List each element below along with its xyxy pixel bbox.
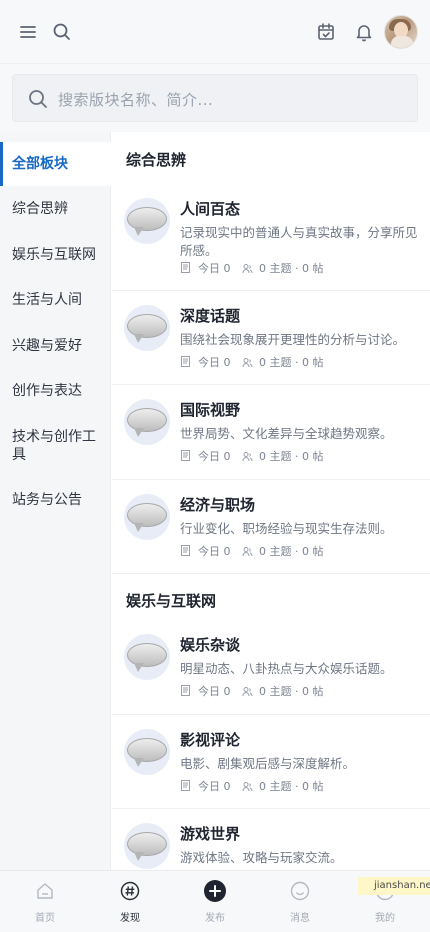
nav-label: 我的 [375,913,395,924]
nav-discover[interactable]: 发现 [87,871,173,932]
sidebar-item-entertainment[interactable]: 娱乐与互联网 [0,246,111,264]
board-description: 记录现实中的普通人与真实故事，分享所见所感。 [180,225,418,258]
today-count: 今日 0 [198,545,231,558]
document-icon [181,685,190,696]
document-icon [181,356,190,367]
search-icon[interactable] [50,20,74,44]
topic-post-count: 0 主题 · 0 帖 [259,545,324,558]
users-icon [242,358,253,368]
sidebar-item-creation[interactable]: 创作与表达 [0,382,111,400]
nav-label: 发布 [205,913,225,924]
board-name: 经济与职场 [180,496,256,514]
avatar[interactable] [384,15,418,49]
menu-icon[interactable] [16,20,40,44]
plus-circle-icon [204,880,226,902]
today-count: 今日 0 [198,262,231,275]
board-chat-bubble-icon [124,729,170,775]
section-title: 综合思辨 [126,151,187,169]
board-description: 明星动态、八卦热点与大众娱乐话题。 [180,661,393,676]
sidebar-item-site-announcements[interactable]: 站务与公告 [0,491,111,509]
users-icon [242,452,253,462]
search-input[interactable]: 搜索版块名称、简介... [12,74,418,122]
sidebar-item-label: 兴趣与爱好 [12,338,82,354]
board-name: 深度话题 [180,307,241,325]
topic-post-count: 0 主题 · 0 帖 [259,356,324,369]
users-icon [242,687,253,697]
board-item-deep-topics[interactable]: 深度话题 围绕社会现象展开更理性的分析与讨论。 今日 0 0 主题 · 0 帖 [112,291,430,385]
sidebar-item-tech-tools[interactable]: 技术与创作工具 [0,428,111,464]
board-description: 游戏体验、攻略与玩家交流。 [180,850,343,865]
watermark: jianshan.ne [358,877,430,895]
board-item-film-reviews[interactable]: 影视评论 电影、剧集观后感与深度解析。 今日 0 0 主题 · 0 帖 [112,715,430,809]
search-bar-wrap: 搜索版块名称、简介... [0,64,430,132]
today-count: 今日 0 [198,356,231,369]
board-name: 影视评论 [180,731,241,749]
calendar-check-icon[interactable] [314,20,338,44]
nav-label: 首页 [35,913,55,924]
board-chat-bubble-icon [124,399,170,445]
sidebar-item-hobbies[interactable]: 兴趣与爱好 [0,337,111,355]
section-title: 娱乐与互联网 [126,592,217,610]
board-chat-bubble-icon [124,823,170,869]
sidebar-item-label: 综合思辨 [12,201,68,217]
top-bar [0,0,430,64]
today-count: 今日 0 [198,685,231,698]
document-icon [181,780,190,791]
chat-icon [290,881,310,901]
sidebar-item-label: 娱乐与互联网 [12,247,96,263]
sidebar-item-all-boards[interactable]: 全部板块 [0,142,111,186]
board-description: 行业变化、职场经验与现实生存法则。 [180,521,393,536]
today-count: 今日 0 [198,450,231,463]
sidebar-item-life[interactable]: 生活与人间 [0,291,111,309]
today-count: 今日 0 [198,780,231,793]
nav-messages[interactable]: 消息 [257,871,343,932]
document-icon [181,450,190,461]
sidebar-item-label: 生活与人间 [12,292,82,308]
sidebar-item-label: 全部板块 [12,156,68,172]
hashtag-icon [120,881,140,901]
sidebar-item-label: 技术与创作工具 [12,429,96,463]
users-icon [242,782,253,792]
board-list: 综合思辨 人间百态 记录现实中的普通人与真实故事，分享所见所感。 今日 0 0 … [112,132,430,870]
board-description: 围绕社会现象展开更理性的分析与讨论。 [180,332,406,347]
topic-post-count: 0 主题 · 0 帖 [259,450,324,463]
users-icon [242,547,253,557]
board-name: 游戏世界 [180,825,241,843]
topic-post-count: 0 主题 · 0 帖 [259,262,324,275]
board-chat-bubble-icon [124,305,170,351]
category-sidebar: 全部板块 综合思辨 娱乐与互联网 生活与人间 兴趣与爱好 创作与表达 技术与创作… [0,132,111,870]
nav-publish[interactable]: 发布 [172,871,258,932]
sidebar-item-label: 创作与表达 [12,383,82,399]
board-chat-bubble-icon [124,634,170,680]
board-item-game-world[interactable]: 游戏世界 游戏体验、攻略与玩家交流。 [112,809,430,870]
topic-post-count: 0 主题 · 0 帖 [259,685,324,698]
board-name: 国际视野 [180,401,241,419]
search-icon [27,88,49,110]
board-name: 人间百态 [180,200,241,218]
board-chat-bubble-icon [124,494,170,540]
nav-label: 发现 [120,913,140,924]
board-item-international[interactable]: 国际视野 世界局势、文化差异与全球趋势观察。 今日 0 0 主题 · 0 帖 [112,385,430,480]
board-item-renjian[interactable]: 人间百态 记录现实中的普通人与真实故事，分享所见所感。 今日 0 0 主题 · … [112,184,430,291]
sidebar-item-general-thinking[interactable]: 综合思辨 [0,200,111,218]
document-icon [181,545,190,556]
board-description: 电影、剧集观后感与深度解析。 [180,756,356,771]
board-description: 世界局势、文化差异与全球趋势观察。 [180,426,393,441]
nav-label: 消息 [290,913,310,924]
home-icon [37,883,53,899]
board-item-economy-career[interactable]: 经济与职场 行业变化、职场经验与现实生存法则。 今日 0 0 主题 · 0 帖 [112,480,430,574]
topic-post-count: 0 主题 · 0 帖 [259,780,324,793]
document-icon [181,262,190,273]
board-chat-bubble-icon [124,198,170,244]
board-name: 娱乐杂谈 [180,636,241,654]
search-placeholder: 搜索版块名称、简介... [58,91,214,109]
users-icon [242,264,253,274]
nav-home[interactable]: 首页 [2,871,88,932]
board-item-entertainment-chat[interactable]: 娱乐杂谈 明星动态、八卦热点与大众娱乐话题。 今日 0 0 主题 · 0 帖 [112,620,430,715]
bell-icon[interactable] [352,20,376,44]
sidebar-item-label: 站务与公告 [12,492,82,508]
